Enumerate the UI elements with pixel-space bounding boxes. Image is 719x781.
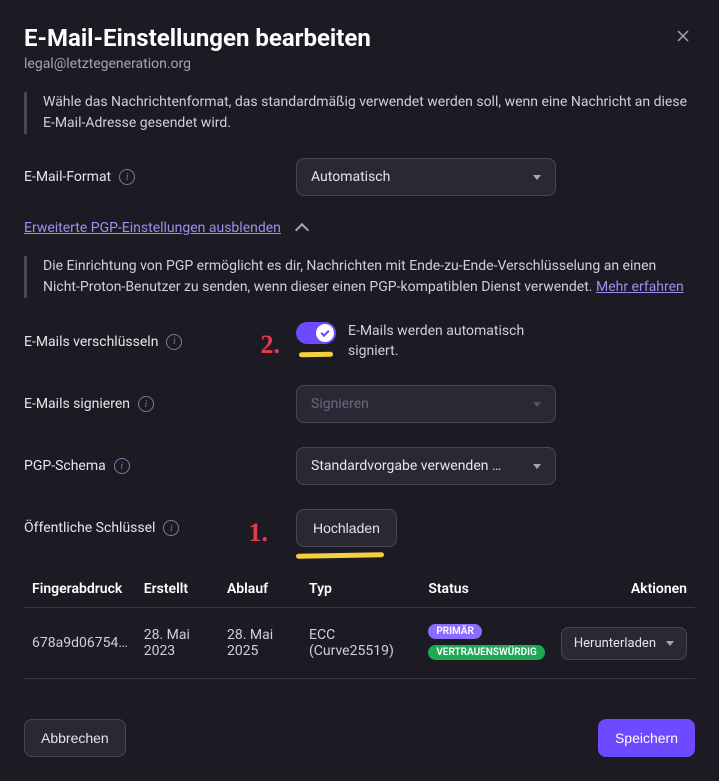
format-info: Wähle das Nachrichtenformat, das standar… (24, 92, 695, 134)
info-icon[interactable]: i (163, 520, 179, 536)
save-button[interactable]: Speichern (598, 719, 695, 757)
encrypt-label-col: E-Mails verschlüsseln i 2. (24, 334, 284, 350)
annotation-underline-2 (299, 352, 333, 358)
info-icon[interactable]: i (114, 458, 130, 474)
annotation-underline-1 (296, 552, 384, 559)
cell-created: 28. Mai 2023 (136, 608, 219, 679)
cell-expires: 28. Mai 2025 (219, 608, 301, 679)
info-icon[interactable]: i (166, 334, 182, 350)
annotation-1: 1. (249, 518, 269, 548)
close-button[interactable] (671, 24, 695, 51)
pubkey-label-col: Öffentliche Schlüssel i 1. (24, 520, 284, 536)
schema-select[interactable]: Standardvorgabe verwenden … (296, 447, 556, 485)
chevron-down-icon (533, 464, 541, 469)
chevron-down-icon (533, 175, 541, 180)
schema-label: PGP-Schema (24, 458, 106, 474)
email-settings-modal: E-Mail-Einstellungen bearbeiten legal@le… (0, 0, 719, 781)
pubkey-row: Öffentliche Schlüssel i 1. Hochladen (24, 509, 695, 547)
encrypt-toggle-group: E-Mails werden automatisch signiert. (296, 322, 548, 361)
chevron-down-icon (533, 402, 541, 407)
title-block: E-Mail-Einstellungen bearbeiten legal@le… (24, 24, 671, 72)
info-icon[interactable]: i (138, 396, 154, 412)
encrypt-desc: E-Mails werden automatisch signiert. (348, 322, 548, 361)
collapse-pgp-link[interactable]: Erweiterte PGP-Einstellungen ausblenden (24, 220, 695, 236)
badge-primary: PRIMÄR (428, 624, 482, 639)
cell-fingerprint: 678a9d06754… (24, 608, 136, 679)
cell-actions: Herunterladen (553, 608, 695, 679)
schema-label-col: PGP-Schema i (24, 458, 284, 474)
annotation-2: 2. (261, 330, 281, 360)
modal-title: E-Mail-Einstellungen bearbeiten (24, 24, 671, 52)
sign-select: Signieren (296, 385, 556, 423)
th-expires: Ablauf (219, 571, 301, 608)
keys-table: Fingerabdruck Erstellt Ablauf Typ Status… (24, 571, 695, 679)
sign-label: E-Mails signieren (24, 396, 130, 412)
download-label: Herunterladen (574, 636, 656, 651)
cell-status: PRIMÄR VERTRAUENSWÜRDIG (420, 608, 553, 679)
sign-label-col: E-Mails signieren i (24, 396, 284, 412)
th-actions: Aktionen (553, 571, 695, 608)
close-icon (675, 28, 691, 44)
table-row: 678a9d06754… 28. Mai 2023 28. Mai 2025 E… (24, 608, 695, 679)
learn-more-link[interactable]: Mehr erfahren (596, 279, 684, 295)
format-label-col: E-Mail-Format i (24, 169, 284, 185)
encrypt-toggle[interactable] (296, 322, 336, 344)
th-type: Typ (301, 571, 420, 608)
sign-value: Signieren (311, 396, 369, 412)
collapse-label: Erweiterte PGP-Einstellungen ausblenden (24, 220, 281, 236)
pubkey-label: Öffentliche Schlüssel (24, 520, 155, 536)
th-fingerprint: Fingerabdruck (24, 571, 136, 608)
schema-value: Standardvorgabe verwenden … (311, 458, 501, 474)
encrypt-label: E-Mails verschlüsseln (24, 334, 158, 350)
pgp-info: Die Einrichtung von PGP ermöglicht es di… (24, 256, 695, 298)
format-label: E-Mail-Format (24, 169, 111, 185)
toggle-knob (316, 324, 334, 342)
check-icon (320, 327, 329, 336)
upload-button[interactable]: Hochladen (296, 509, 397, 547)
format-value: Automatisch (311, 169, 390, 185)
encrypt-row: E-Mails verschlüsseln i 2. E-Mails werde… (24, 322, 695, 361)
modal-header: E-Mail-Einstellungen bearbeiten legal@le… (24, 24, 695, 72)
modal-footer: Abbrechen Speichern (24, 719, 695, 757)
format-row: E-Mail-Format i Automatisch (24, 158, 695, 196)
th-created: Erstellt (136, 571, 219, 608)
sign-row: E-Mails signieren i Signieren (24, 385, 695, 423)
chevron-down-icon (666, 641, 674, 646)
th-status: Status (420, 571, 553, 608)
info-icon[interactable]: i (119, 169, 135, 185)
pgp-info-text: Die Einrichtung von PGP ermöglicht es di… (43, 258, 656, 295)
cell-type: ECC (Curve25519) (301, 608, 420, 679)
email-address: legal@letztegeneration.org (24, 56, 671, 72)
table-header-row: Fingerabdruck Erstellt Ablauf Typ Status… (24, 571, 695, 608)
cancel-button[interactable]: Abbrechen (24, 719, 126, 757)
download-button[interactable]: Herunterladen (561, 627, 687, 660)
format-select[interactable]: Automatisch (296, 158, 556, 196)
schema-row: PGP-Schema i Standardvorgabe verwenden … (24, 447, 695, 485)
badge-trusted: VERTRAUENSWÜRDIG (428, 645, 545, 660)
chevron-up-icon (295, 223, 309, 237)
